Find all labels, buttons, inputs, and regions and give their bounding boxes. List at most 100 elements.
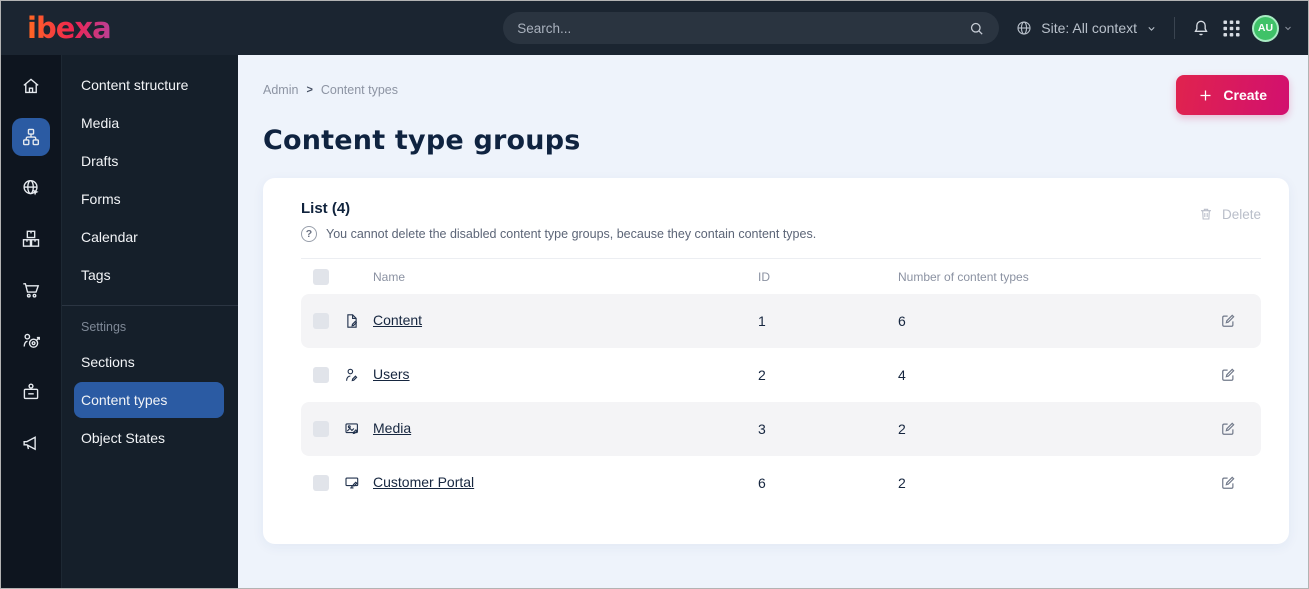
- search-icon: [968, 20, 985, 37]
- search-input[interactable]: [517, 20, 969, 36]
- row-checkbox[interactable]: [313, 367, 329, 383]
- icon-rail: [1, 55, 61, 588]
- rail-item-content[interactable]: [12, 118, 50, 156]
- breadcrumb-admin[interactable]: Admin: [263, 83, 298, 97]
- sidebar-item-label: Tags: [81, 267, 111, 283]
- breadcrumb-separator: >: [306, 84, 313, 96]
- avatar-chevron-icon: [1282, 22, 1294, 34]
- row-checkbox[interactable]: [313, 421, 329, 437]
- app-switcher-button[interactable]: [1223, 19, 1240, 37]
- row-checkbox[interactable]: [313, 313, 329, 329]
- sidebar-item-media[interactable]: Media: [74, 105, 224, 141]
- help-icon: ?: [301, 226, 317, 242]
- group-count: 4: [898, 367, 906, 383]
- group-id: 6: [758, 475, 766, 491]
- site-context-dropdown[interactable]: Site: All context: [1015, 19, 1158, 37]
- sidebar-item-label: Media: [81, 115, 120, 131]
- edit-pencil-icon: [1219, 474, 1237, 492]
- edit-button[interactable]: [1219, 420, 1249, 438]
- avatar[interactable]: AU: [1252, 14, 1279, 42]
- sidebar-item-label: Forms: [81, 191, 121, 207]
- sidebar-item-sections[interactable]: Sections: [74, 344, 224, 380]
- topbar-divider: [1174, 17, 1175, 39]
- logo-area: ibexa: [1, 11, 238, 45]
- sidebar-item-label: Calendar: [81, 229, 138, 245]
- rail-item-site[interactable]: [12, 169, 50, 207]
- content-file-icon: [343, 312, 373, 330]
- select-all-checkbox[interactable]: [313, 268, 329, 285]
- help-text: You cannot delete the disabled content t…: [326, 227, 817, 241]
- group-link[interactable]: Users: [373, 366, 410, 382]
- portal-screen-icon: [343, 474, 373, 492]
- chevron-down-icon: [1145, 22, 1158, 35]
- table-row: Customer Portal 6 2: [301, 456, 1261, 510]
- sidebar-item-content-structure[interactable]: Content structure: [74, 67, 224, 103]
- group-id: 3: [758, 421, 766, 437]
- edit-button[interactable]: [1219, 366, 1249, 384]
- app-grid-icon: [1223, 19, 1240, 37]
- rail-item-personalization[interactable]: [12, 322, 50, 360]
- content-type-groups-table: Name ID Number of content types Content …: [301, 258, 1261, 510]
- ibexa-logo[interactable]: ibexa: [27, 11, 112, 45]
- table-row: Users 2 4: [301, 348, 1261, 402]
- sidebar-item-label: Content structure: [81, 77, 189, 93]
- table-row: Media 3 2: [301, 402, 1261, 456]
- list-title: List (4): [301, 200, 351, 217]
- group-id: 2: [758, 367, 766, 383]
- menu-divider: [62, 305, 238, 306]
- edit-pencil-icon: [1219, 366, 1237, 384]
- sidebar-item-label: Sections: [81, 354, 135, 370]
- home-icon: [20, 75, 42, 97]
- user-menu[interactable]: AU: [1252, 14, 1294, 42]
- content-tree-icon: [20, 126, 42, 148]
- rail-item-activity[interactable]: [12, 373, 50, 411]
- sidebar-item-drafts[interactable]: Drafts: [74, 143, 224, 179]
- page-title: Content type groups: [263, 125, 581, 156]
- app-window: ibexa Site: All context: [0, 0, 1309, 589]
- global-search[interactable]: [503, 12, 1000, 44]
- top-bar: ibexa Site: All context: [1, 1, 1308, 55]
- group-link[interactable]: Media: [373, 420, 411, 436]
- group-link[interactable]: Customer Portal: [373, 474, 474, 490]
- edit-button[interactable]: [1219, 312, 1249, 330]
- globe-icon: [1015, 19, 1033, 37]
- personalization-target-icon: [20, 330, 42, 352]
- edit-pencil-icon: [1219, 312, 1237, 330]
- edit-button[interactable]: [1219, 474, 1249, 492]
- rail-item-dashboard[interactable]: [12, 67, 50, 105]
- table-header-row: Name ID Number of content types: [301, 258, 1261, 294]
- help-row: ? You cannot delete the disabled content…: [301, 226, 816, 242]
- create-button[interactable]: Create: [1176, 75, 1289, 115]
- column-header-count: Number of content types: [898, 269, 1029, 284]
- topbar-actions: Site: All context AU: [1015, 14, 1308, 42]
- sidebar-item-content-types[interactable]: Content types: [74, 382, 224, 418]
- site-globe-icon: [20, 177, 42, 199]
- rail-item-campaign[interactable]: [12, 424, 50, 462]
- rail-item-commerce[interactable]: [12, 271, 50, 309]
- sidebar-item-label: Drafts: [81, 153, 119, 169]
- table-row: Content 1 6: [301, 294, 1261, 348]
- row-checkbox[interactable]: [313, 475, 329, 491]
- settings-section-label: Settings: [81, 320, 127, 334]
- create-button-label: Create: [1223, 87, 1267, 103]
- breadcrumb: Admin > Content types: [263, 75, 398, 97]
- breadcrumb-current: Content types: [320, 83, 399, 97]
- products-boxes-icon: [20, 228, 42, 250]
- notifications-button[interactable]: [1191, 18, 1211, 38]
- group-id: 1: [758, 313, 766, 329]
- sidebar-item-tags[interactable]: Tags: [74, 257, 224, 293]
- rail-item-products[interactable]: [12, 220, 50, 258]
- sidebar-item-calendar[interactable]: Calendar: [74, 219, 224, 255]
- trash-icon: [1198, 206, 1214, 222]
- sidebar-item-object-states[interactable]: Object States: [74, 420, 224, 456]
- group-count: 2: [898, 475, 906, 491]
- delete-button-label: Delete: [1221, 206, 1261, 222]
- group-count: 2: [898, 421, 906, 437]
- body: Content structure Media Drafts Forms Cal…: [1, 55, 1308, 588]
- sidebar-item-label: Object States: [81, 430, 166, 446]
- delete-button[interactable]: Delete: [1198, 200, 1261, 222]
- megaphone-icon: [20, 432, 42, 454]
- sidebar-item-forms[interactable]: Forms: [74, 181, 224, 217]
- badge-icon: [20, 381, 42, 403]
- group-link[interactable]: Content: [373, 312, 422, 328]
